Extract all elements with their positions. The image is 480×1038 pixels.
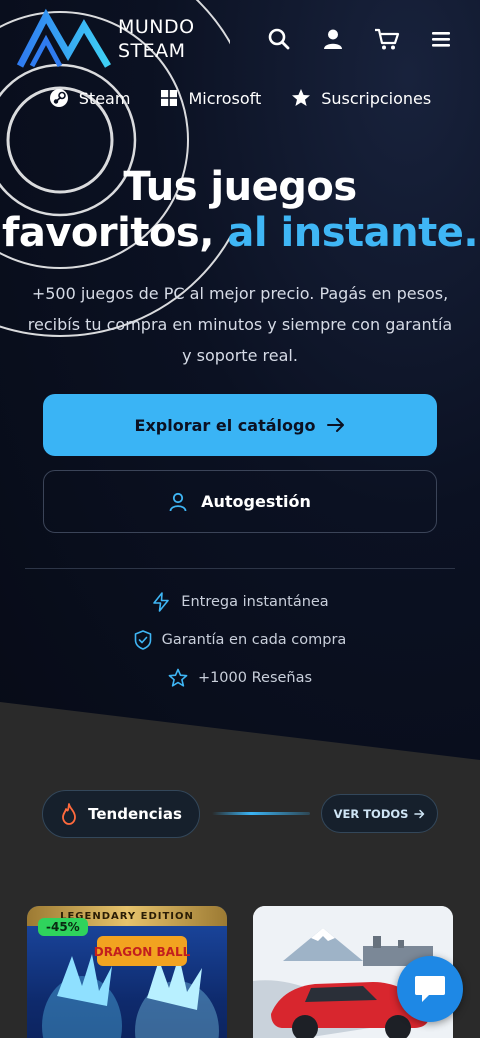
hero-title-plain: favoritos, <box>1 210 215 256</box>
feature-item: Garantía en cada compra <box>134 630 347 650</box>
trends-heading: Tendencias <box>42 790 200 838</box>
hero-title-line2: favoritos, al instante. <box>0 210 480 256</box>
feature-label: Entrega instantánea <box>181 594 329 610</box>
bolt-icon <box>153 592 170 612</box>
fire-icon <box>62 803 77 825</box>
feature-label: Garantía en cada compra <box>161 632 347 648</box>
trends-accent-line <box>212 812 310 815</box>
nav-item-microsoft[interactable]: Microsoft <box>160 88 261 108</box>
brand-line2: STEAM <box>118 40 186 62</box>
feature-list: Entrega instantánea Garantía en cada com… <box>0 592 480 688</box>
nav-item-label: Steam <box>78 88 131 108</box>
windows-icon <box>161 90 178 106</box>
steam-icon <box>49 89 68 107</box>
brand-line1: MUNDO <box>118 16 195 38</box>
nav-item-suscripciones[interactable]: Suscripciones <box>291 88 431 108</box>
product-cover-art: DRAGON BALL <box>42 936 219 1038</box>
chat-button[interactable] <box>397 956 463 1022</box>
hero-divider <box>25 568 455 569</box>
arrow-right-icon <box>327 418 345 432</box>
explore-catalog-button[interactable]: Explorar el catálogo <box>43 394 437 456</box>
trends-label: Tendencias <box>88 805 182 823</box>
menu-icon[interactable] <box>428 26 454 52</box>
feature-item: +1000 Reseñas <box>168 668 312 688</box>
hero-title-line1: Tus juegos <box>123 164 357 210</box>
hero-title-accent: al instante. <box>227 210 479 256</box>
header-actions <box>266 26 454 52</box>
hero-subtitle: +500 juegos de PC al mejor precio. Pagás… <box>27 284 453 365</box>
star-icon <box>292 89 311 106</box>
nav-item-steam[interactable]: Steam <box>49 88 131 108</box>
shield-check-icon <box>134 630 151 650</box>
see-all-label: VER TODOS <box>333 806 409 821</box>
chat-icon <box>415 976 445 1002</box>
self-service-button[interactable]: Autogestión <box>43 470 437 533</box>
hero-title: Tus juegos favoritos, al instante. <box>0 164 480 256</box>
explore-catalog-label: Explorar el catálogo <box>134 415 316 435</box>
nav-item-label: Suscripciones <box>321 88 432 108</box>
arrow-right-icon <box>414 809 425 818</box>
cart-icon[interactable] <box>374 26 400 52</box>
see-all-button[interactable]: VER TODOS <box>321 794 438 833</box>
star-outline-icon <box>168 668 188 687</box>
nav-item-label: Microsoft <box>188 88 262 108</box>
category-nav: Steam Microsoft Suscripciones <box>0 88 480 108</box>
user-icon[interactable] <box>320 26 346 52</box>
product-card[interactable]: LEGENDARY EDITION DRAGON BALL -45% <box>27 906 227 1038</box>
self-service-label: Autogestión <box>201 492 311 511</box>
search-icon[interactable] <box>266 26 292 52</box>
svg-text:DRAGON BALL: DRAGON BALL <box>94 945 191 959</box>
feature-item: Entrega instantánea <box>151 592 329 612</box>
user-outline-icon <box>169 492 187 511</box>
brand-logo[interactable]: MUNDO STEAM <box>16 8 195 70</box>
discount-badge: -45% <box>38 918 88 936</box>
feature-label: +1000 Reseñas <box>197 670 313 686</box>
brand-name: MUNDO STEAM <box>118 15 195 63</box>
logo-mark-icon <box>16 8 112 68</box>
